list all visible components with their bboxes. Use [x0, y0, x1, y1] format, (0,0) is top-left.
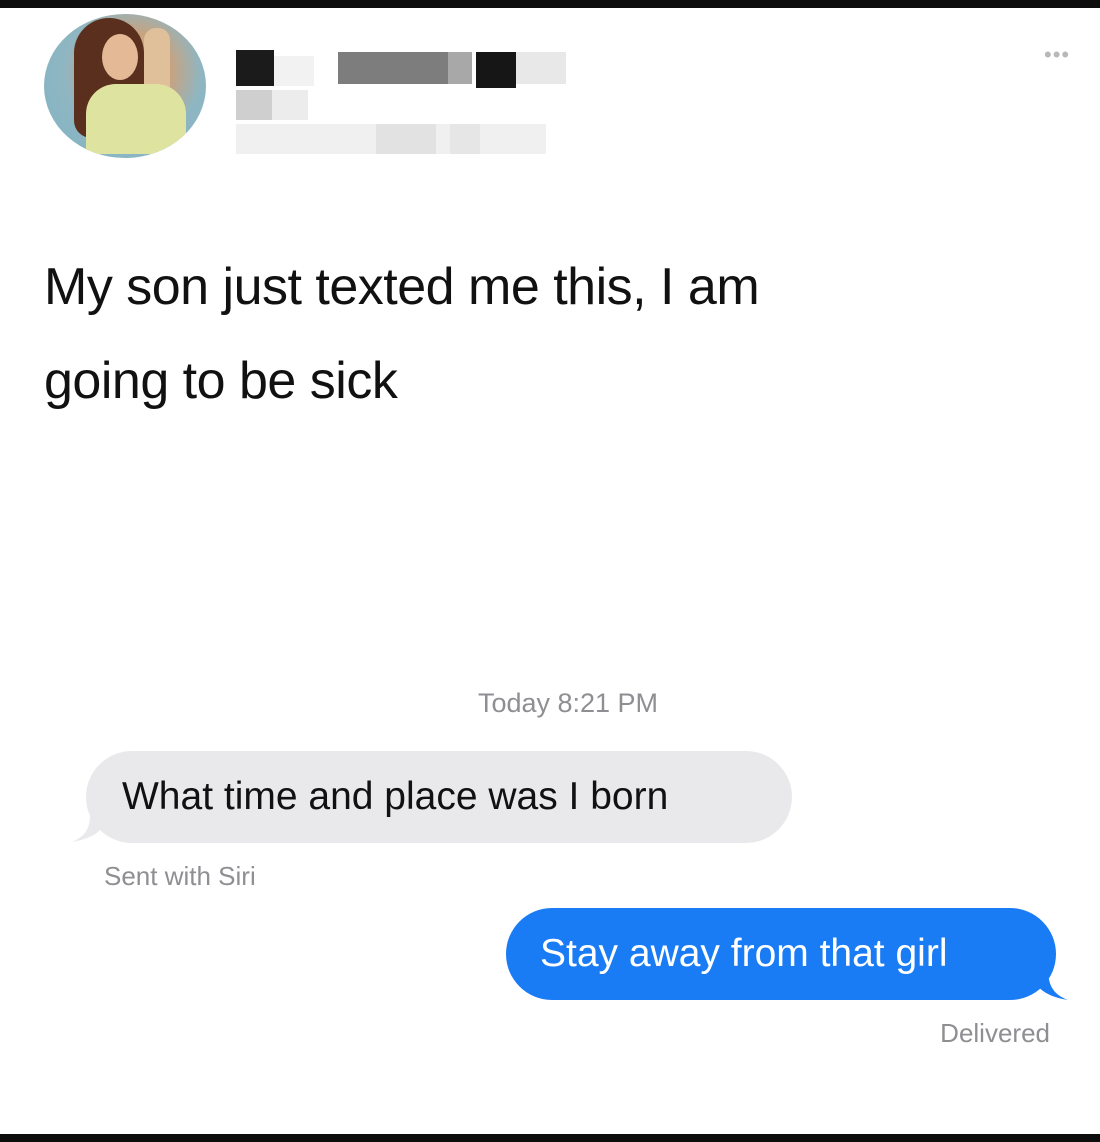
delivered-status: Delivered: [940, 1018, 1050, 1048]
post-card: ••• My son just texted me this, I am goi…: [0, 8, 1100, 1134]
avatar-face: [102, 34, 138, 80]
avatar-clothing: [86, 84, 186, 154]
post-text: My son just texted me this, I am going t…: [44, 240, 1004, 428]
incoming-message-text: What time and place was I born: [122, 775, 669, 818]
post-text-line: My son just texted me this, I am: [44, 258, 760, 316]
ellipsis-icon[interactable]: •••: [1044, 44, 1070, 66]
outgoing-message-bubble[interactable]: Stay away from that girl: [506, 908, 1056, 1000]
post-text-line: going to be sick: [44, 352, 398, 410]
avatar[interactable]: [44, 14, 206, 158]
sent-with-siri-label: Sent with Siri: [104, 861, 256, 891]
message-timestamp: Today 8:21 PM: [477, 688, 659, 718]
incoming-message-bubble[interactable]: What time and place was I born: [86, 751, 792, 843]
outgoing-message-text: Stay away from that girl: [540, 932, 948, 975]
